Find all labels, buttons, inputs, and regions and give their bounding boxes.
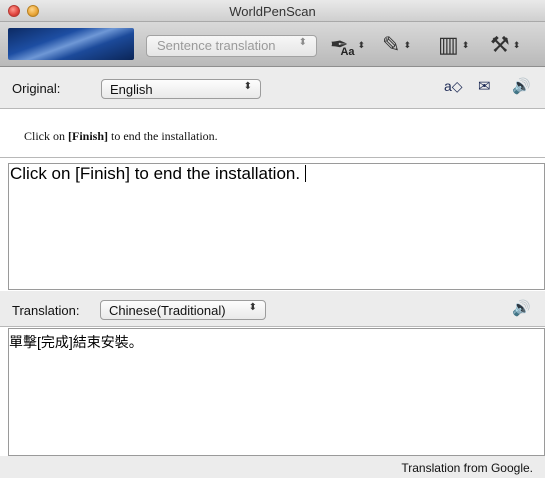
dropdown-arrows-icon: ⬍ — [461, 39, 470, 50]
text-caret — [305, 165, 307, 182]
translation-mode-value: Sentence translation — [157, 38, 276, 53]
translation-credit: Translation from Google. — [401, 461, 533, 475]
scanned-text-suffix: to end the installation. — [108, 129, 218, 143]
translation-label: Translation: — [12, 303, 80, 318]
window-title: WorldPenScan — [229, 4, 316, 19]
scanned-text: Click on [Finish] to end the installatio… — [24, 129, 218, 144]
original-text-editor[interactable]: Click on [Finish] to end the installatio… — [8, 163, 545, 290]
original-language-bar: Original: English ⬍ a◇ ✉ 🔊 — [0, 67, 545, 109]
pen-font-tool[interactable]: ✒ Aa ⬍ — [330, 29, 365, 61]
title-bar: WorldPenScan — [0, 0, 545, 22]
speaker-icon[interactable]: 🔊 — [512, 77, 531, 95]
dropdown-arrows-icon: ⬍ — [403, 39, 411, 50]
original-label: Original: — [12, 81, 61, 96]
translation-text: 單擊[完成]結束安裝。 — [9, 334, 143, 350]
eraser-icon[interactable]: a◇ — [444, 78, 463, 95]
brand-logo — [8, 28, 134, 60]
original-language-value: English — [110, 82, 153, 97]
speaker-icon[interactable]: 🔊 — [512, 299, 531, 317]
pen-barcode-tool[interactable]: ▥ ⬍ — [438, 29, 469, 61]
pen-barcode-icon: ▥ — [438, 32, 459, 57]
original-language-select[interactable]: English ⬍ — [101, 79, 261, 99]
select-arrows-icon: ⬍ — [243, 81, 252, 92]
translation-language-select[interactable]: Chinese(Traditional) ⬍ — [100, 300, 266, 320]
hammer-settings-icon: ⚒ — [490, 32, 510, 57]
pen-scan-tool[interactable]: ✎ ⬍ — [382, 29, 411, 61]
status-footer: Translation from Google. — [0, 456, 545, 478]
translation-language-value: Chinese(Traditional) — [109, 303, 226, 318]
original-text: Click on [Finish] to end the installatio… — [10, 164, 301, 183]
toolbar: Sentence translation ⬍ ✒ Aa ⬍ ✎ ⬍ ▥ ⬍ ⚒ … — [0, 22, 545, 67]
select-arrows-icon: ⬍ — [298, 37, 307, 48]
pen-scan-icon: ✎ — [382, 32, 401, 57]
dropdown-arrows-icon: ⬍ — [357, 39, 366, 50]
email-icon[interactable]: ✉ — [478, 77, 491, 95]
original-text-line: Click on [Finish] to end the installatio… — [9, 164, 307, 184]
select-arrows-icon: ⬍ — [248, 302, 257, 313]
scanned-text-prefix: Click on — [24, 129, 68, 143]
font-size-label: Aa — [340, 46, 355, 58]
scanned-text-bold: [Finish] — [68, 129, 109, 143]
dropdown-arrows-icon: ⬍ — [512, 39, 521, 50]
translation-language-bar: Translation: Chinese(Traditional) ⬍ 🔊 — [0, 291, 545, 327]
settings-tool[interactable]: ⚒ ⬍ — [490, 29, 520, 61]
translation-mode-select[interactable]: Sentence translation ⬍ — [146, 35, 317, 57]
translation-text-area[interactable]: 單擊[完成]結束安裝。 — [8, 328, 545, 456]
scanned-image-area: Click on [Finish] to end the installatio… — [0, 110, 545, 158]
